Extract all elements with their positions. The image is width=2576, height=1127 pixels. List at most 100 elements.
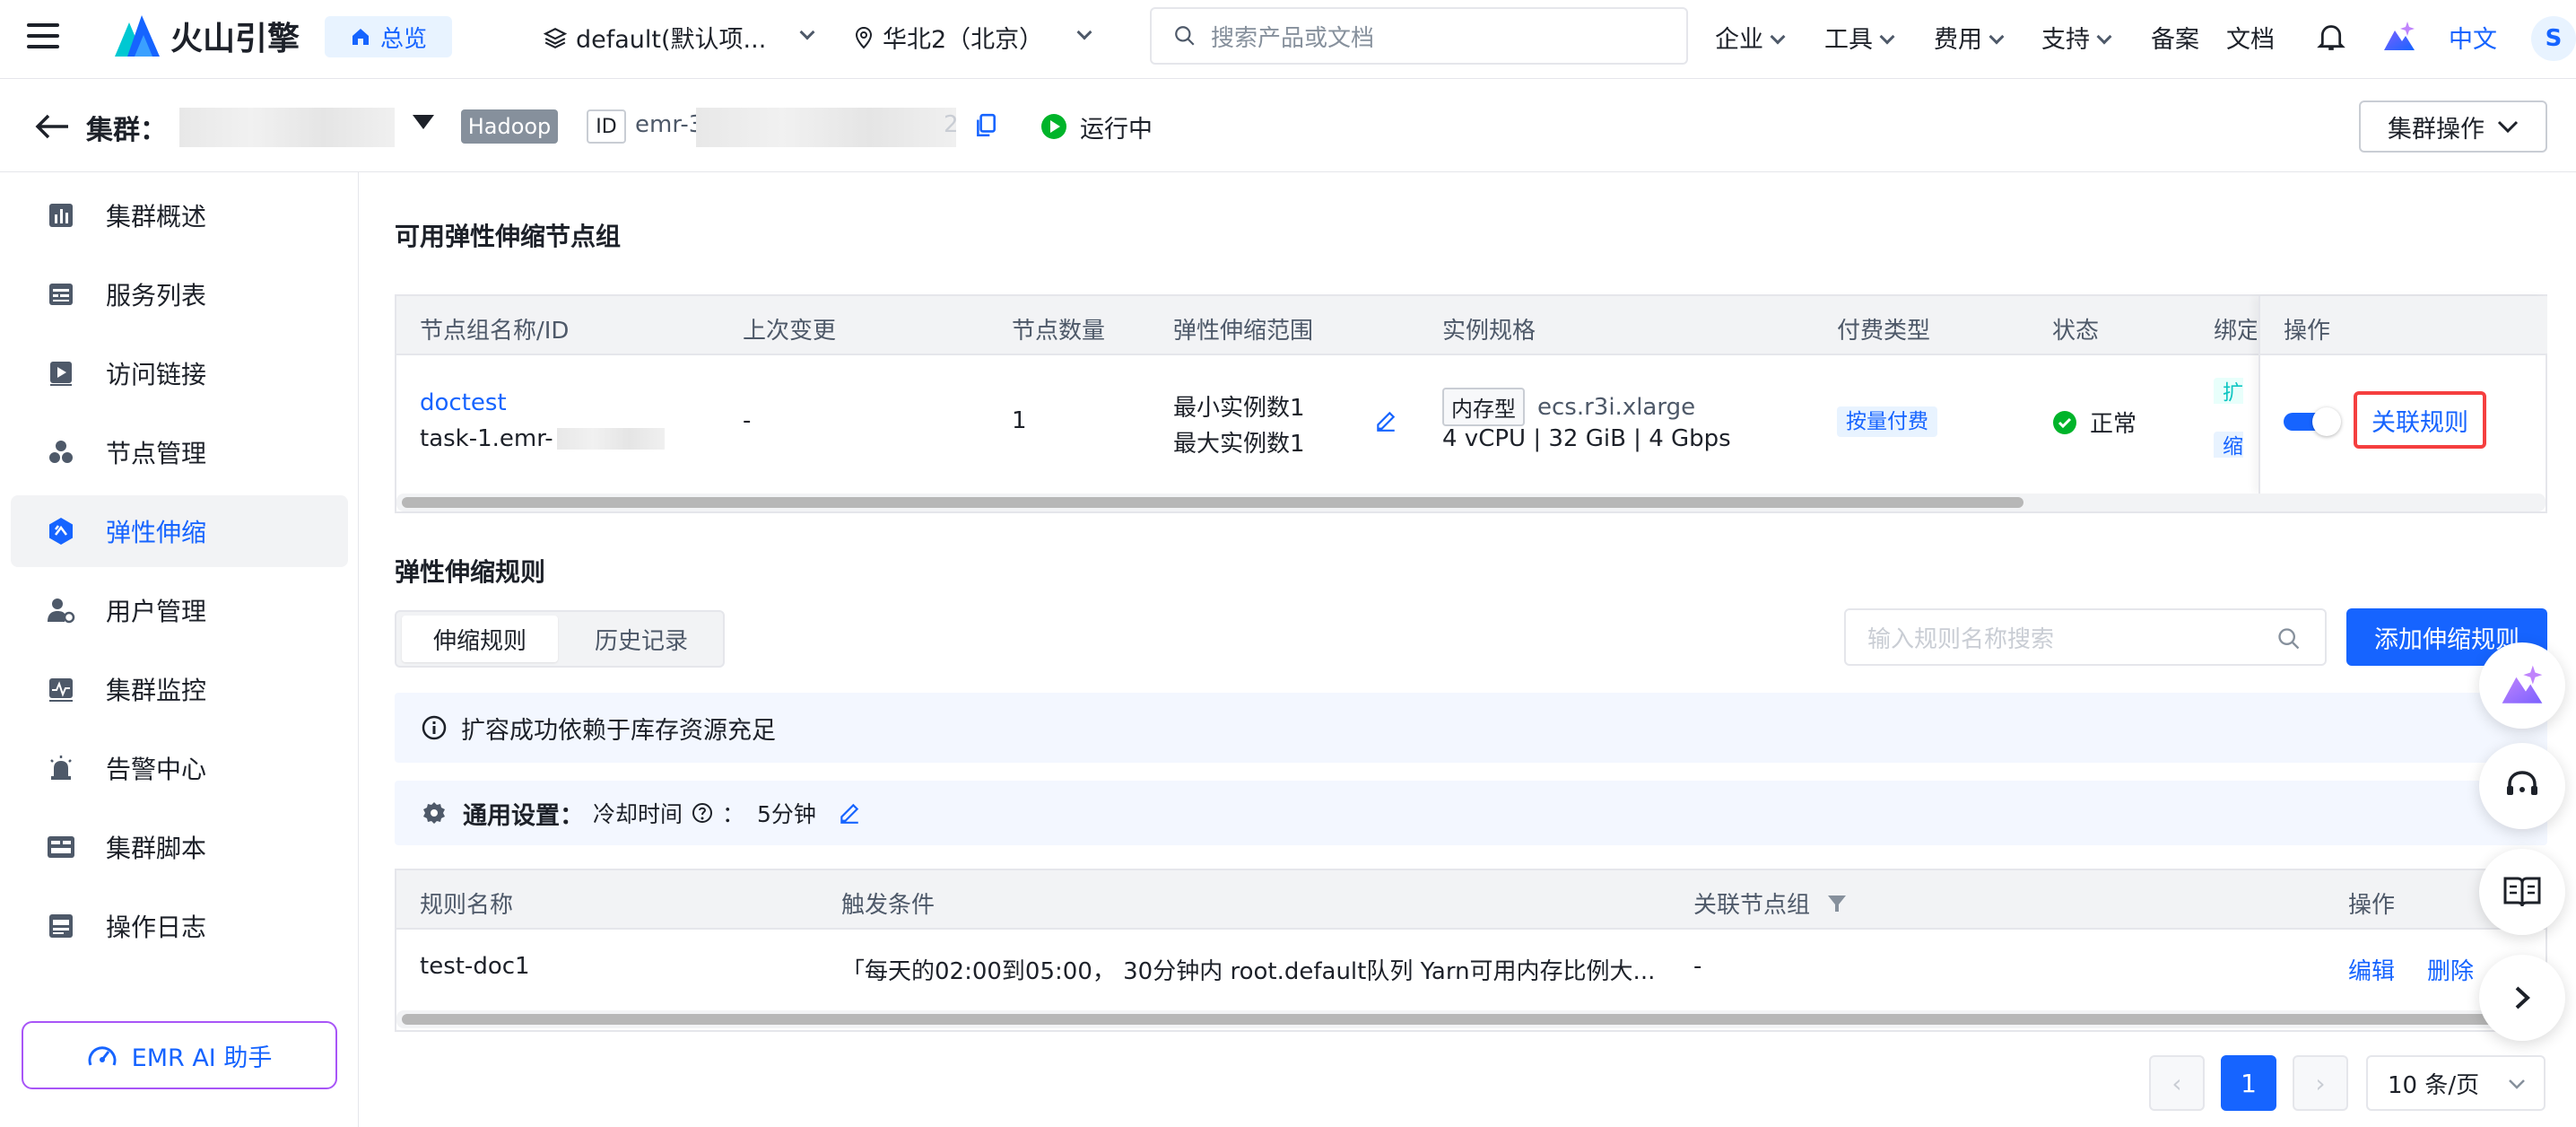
info-notice: 扩容成功依赖于库存资源充足 <box>395 693 2547 763</box>
emr-ai-assistant-button[interactable]: EMR AI 助手 <box>22 1021 337 1089</box>
col-header-name: 节点组名称/ID <box>420 318 570 345</box>
rule-toggle-switch[interactable] <box>2284 407 2341 436</box>
chevron-down-icon <box>1989 29 2005 45</box>
tab-history[interactable]: 历史记录 <box>563 616 719 662</box>
chevron-right-icon <box>2515 986 2530 1009</box>
spec-type-tag: 内存型 <box>1442 388 1525 426</box>
cluster-name-redacted <box>179 108 395 147</box>
check-circle-icon <box>2053 410 2076 434</box>
nav-link-docs[interactable]: 文档 <box>2226 20 2275 55</box>
overview-button[interactable]: 总览 <box>325 16 452 57</box>
sidebar-item-monitoring[interactable]: 集群监控 <box>11 653 348 725</box>
filter-icon[interactable] <box>1826 893 1848 914</box>
menu-icon[interactable] <box>27 23 59 50</box>
gauge-icon <box>88 1046 117 1066</box>
scaling-rules-table: 规则名称 触发条件 关联节点组 操作 test-doc1 「每天的02:00到0… <box>395 869 2547 1032</box>
max-instances: 最大实例数1 <box>1173 431 1305 458</box>
back-arrow-icon[interactable] <box>34 113 70 140</box>
ai-button-label: EMR AI 助手 <box>131 1044 273 1072</box>
id-tag: ID <box>587 109 626 144</box>
floating-docs-button[interactable] <box>2479 849 2565 935</box>
help-icon[interactable] <box>692 802 713 824</box>
col-header-status: 状态 <box>2052 318 2100 345</box>
binding-scale-out: 扩容 <box>2214 375 2258 404</box>
col-header-node-count: 节点数量 <box>1012 318 1106 345</box>
delete-rule-button[interactable]: 删除 <box>2427 953 2474 986</box>
col-header-billing: 付费类型 <box>1837 318 1931 345</box>
sidebar-item-auto-scaling[interactable]: 弹性伸缩 <box>11 495 348 567</box>
rule-search-input[interactable]: 输入规则名称搜索 <box>1844 608 2327 666</box>
status-text: 正常 <box>2090 411 2137 438</box>
sidebar-item-alarms[interactable]: 告警中心 <box>11 732 348 804</box>
ai-assistant-icon <box>2502 665 2543 703</box>
copy-icon[interactable] <box>974 113 997 138</box>
sidebar-item-label: 弹性伸缩 <box>106 518 207 547</box>
node-group-name-link[interactable]: doctest <box>420 389 507 416</box>
caret-down-icon[interactable] <box>413 115 434 129</box>
top-navigation-bar: 火山引擎 总览 default(默认项... 华北2（北京） 搜索产品或文档 企… <box>0 0 2576 79</box>
node-group-id: task-1.emr- <box>420 425 665 452</box>
tab-scaling-rules[interactable]: 伸缩规则 <box>402 616 558 662</box>
list-icon <box>47 280 75 309</box>
chevron-down-icon <box>1770 29 1786 45</box>
sidebar-item-services[interactable]: 服务列表 <box>11 258 348 330</box>
sidebar-item-scripts[interactable]: 集群脚本 <box>11 811 348 883</box>
edit-cooldown-icon[interactable] <box>838 801 861 825</box>
col-header-rule-name: 规则名称 <box>420 892 514 919</box>
floating-expand-button[interactable] <box>2479 955 2565 1041</box>
floating-support-button[interactable] <box>2479 743 2565 829</box>
language-switch[interactable]: 中文 <box>2449 20 2497 55</box>
layers-icon <box>544 27 567 48</box>
nav-link-filing[interactable]: 备案 <box>2151 20 2199 55</box>
sidebar-item-nodes[interactable]: 节点管理 <box>11 416 348 488</box>
volcano-logo-icon <box>115 15 160 57</box>
col-header-last-change: 上次变更 <box>743 318 837 345</box>
script-icon <box>47 833 75 861</box>
sidebar-item-label: 用户管理 <box>106 597 207 626</box>
scrollbar-thumb[interactable] <box>402 497 2023 508</box>
general-settings-bar: 通用设置： 冷却时间 ： 5分钟 <box>395 781 2547 845</box>
user-avatar[interactable]: S <box>2531 16 2576 61</box>
search-placeholder: 搜索产品或文档 <box>1211 24 1375 52</box>
global-search-input[interactable]: 搜索产品或文档 <box>1150 7 1688 65</box>
page-size-select[interactable]: 10 条/页 <box>2366 1055 2546 1111</box>
project-selector[interactable]: default(默认项... <box>544 20 815 55</box>
region-name: 华北2（北京） <box>883 26 1044 54</box>
page-1-button[interactable]: 1 <box>2221 1055 2276 1111</box>
scaling-icon <box>47 517 75 546</box>
sidebar-item-overview[interactable]: 集群概述 <box>11 179 348 251</box>
sticky-action-column: 操作 关联规则 <box>2258 296 2547 494</box>
edit-rule-button[interactable]: 编辑 <box>2348 953 2395 986</box>
sidebar-item-label: 集群脚本 <box>106 834 207 863</box>
prev-page-button[interactable]: ‹ <box>2149 1055 2205 1111</box>
edit-range-icon[interactable] <box>1374 409 1397 432</box>
binding-scale-in: 缩容 <box>2214 429 2258 458</box>
next-page-button[interactable]: › <box>2293 1055 2348 1111</box>
sidebar-item-access-links[interactable]: 访问链接 <box>11 337 348 409</box>
nav-menu-enterprise[interactable]: 企业 <box>1715 20 1786 55</box>
project-name: default(默认项... <box>576 26 767 54</box>
chevron-down-icon <box>2497 120 2519 134</box>
bell-icon[interactable] <box>2316 22 2346 54</box>
scrollbar-thumb[interactable] <box>402 1014 2501 1025</box>
horizontal-scrollbar[interactable] <box>396 1010 2546 1028</box>
link-rules-button[interactable]: 关联规则 <box>2354 391 2486 449</box>
region-selector[interactable]: 华北2（北京） <box>854 20 1092 55</box>
monitor-icon <box>47 675 75 703</box>
node-group-status: 正常 <box>2052 406 2137 439</box>
related-group-label: 关联节点组 <box>1693 892 1811 919</box>
cluster-operations-button[interactable]: 集群操作 <box>2359 100 2547 153</box>
brand-logo[interactable]: 火山引擎 <box>115 13 300 59</box>
nav-menu-support[interactable]: 支持 <box>2041 20 2112 55</box>
avatar-initial: S <box>2545 25 2563 52</box>
nav-menu-tools[interactable]: 工具 <box>1824 20 1895 55</box>
ai-assistant-icon[interactable] <box>2382 20 2416 54</box>
floating-ai-button[interactable] <box>2479 642 2565 729</box>
search-icon[interactable] <box>2276 626 2302 651</box>
horizontal-scrollbar[interactable] <box>396 494 2546 511</box>
sidebar-item-operation-logs[interactable]: 操作日志 <box>11 890 348 962</box>
user-icon <box>47 596 75 625</box>
nav-menu-billing[interactable]: 费用 <box>1934 20 2005 55</box>
sidebar-item-users[interactable]: 用户管理 <box>11 574 348 646</box>
node-groups-table: 节点组名称/ID 上次变更 节点数量 弹性伸缩范围 实例规格 付费类型 状态 绑… <box>395 294 2547 513</box>
